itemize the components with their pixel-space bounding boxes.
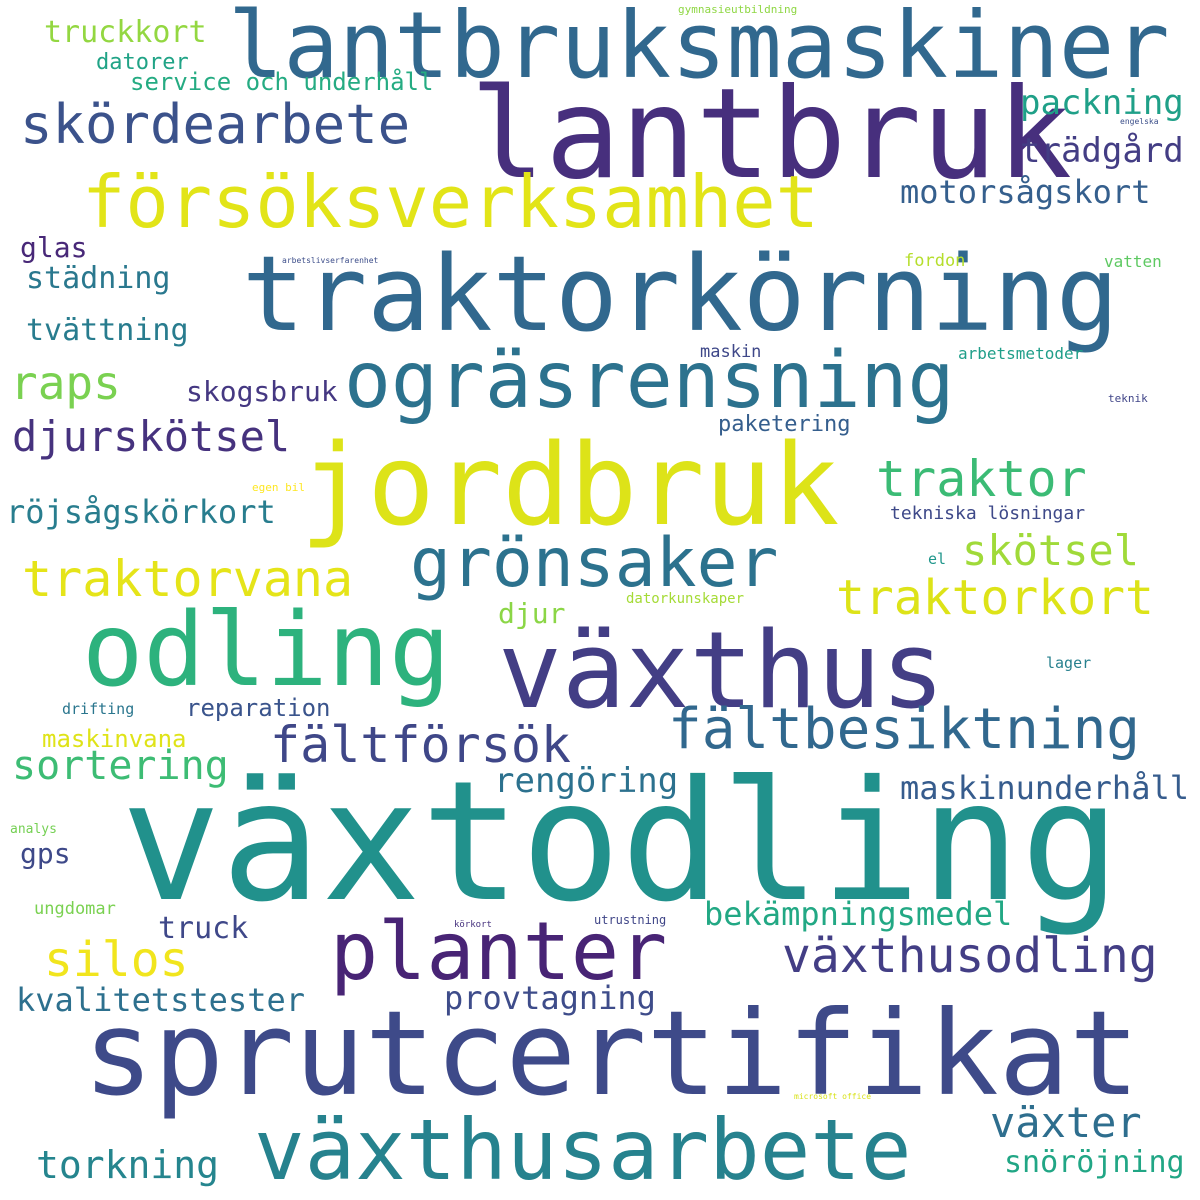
word-raps: raps (10, 356, 121, 410)
word-skotsel: skötsel (962, 526, 1140, 575)
word-kvalitetstester: kvalitetstester (16, 981, 305, 1019)
word-forsoksverksamhet: försöksverksamhet (82, 160, 819, 244)
word-gronsaker: grönsaker (410, 524, 779, 603)
word-maskin: maskin (700, 342, 762, 362)
word-motorsagskort: motorsågskort (900, 173, 1151, 211)
word-traktor: traktor (876, 450, 1087, 508)
word-lager: lager (1046, 654, 1092, 672)
word-faltbesiktning: fältbesiktning (668, 697, 1141, 762)
word-tvattning: tvättning (26, 313, 189, 348)
word-arbetsmetoder: arbetsmetoder (958, 344, 1084, 363)
word-vaxthusarbete: växthusarbete (254, 1101, 912, 1199)
word-gymnasieutbildning: gymnasieutbildning (678, 3, 798, 16)
word-ograsrensning: ogräsrensning (344, 336, 955, 426)
word-maskinunderhall: maskinunderhåll (900, 769, 1189, 807)
word-vatten: vatten (1104, 252, 1162, 271)
word-engelska: engelska (1120, 117, 1159, 126)
word-reparation: reparation (186, 694, 331, 722)
word-traktorvana: traktorvana (22, 550, 354, 608)
word-analys: analys (10, 822, 57, 837)
word-utrustning: utrustning (594, 913, 667, 927)
word-skordearbete: skördearbete (20, 93, 411, 156)
word-packning: packning (1020, 83, 1184, 123)
word-provtagning: provtagning (444, 979, 656, 1017)
word-teknik: teknik (1108, 392, 1148, 405)
word-ungdomar: ungdomar (34, 899, 116, 919)
word-vaxter: växter (990, 1098, 1142, 1147)
word-torkning: torkning (36, 1143, 220, 1187)
word-maskinvana: maskinvana (42, 725, 187, 753)
word-snorojning: snöröjning (1004, 1145, 1185, 1180)
word-drifting: drifting (62, 700, 135, 718)
word-tekniska-losningar: tekniska lösningar (890, 503, 1086, 524)
word-rojsagskorkort: röjsågskörkort (6, 493, 276, 531)
word-fordon: fordon (904, 251, 966, 271)
word-arbetslivserfarenhet: arbetslivserfarenhet (282, 256, 379, 265)
word-tradgard: trädgård (1020, 131, 1184, 171)
word-djur: djur (498, 597, 566, 630)
word-truckkort: truckkort (44, 15, 207, 50)
word-paketering: paketering (718, 412, 851, 437)
word-cloud: växtodling sprutcertifikat lantbruk trak… (0, 0, 1200, 1200)
word-vaxthusodling: växthusodling (782, 928, 1158, 984)
word-el: el (928, 550, 947, 568)
word-skogsbruk: skogsbruk (186, 375, 338, 408)
word-bekampningsmedel: bekämpningsmedel (704, 895, 1013, 933)
word-datorer: datorer (96, 50, 189, 75)
word-traktorkort: traktorkort (836, 570, 1154, 626)
word-truck: truck (158, 911, 249, 946)
word-gps: gps (20, 837, 71, 870)
word-datorkunskaper: datorkunskaper (626, 591, 745, 607)
word-korkort: körkort (454, 920, 492, 930)
word-egen-bil: egen bil (252, 481, 305, 494)
word-stadning: städning (26, 261, 171, 296)
word-glas: glas (20, 231, 88, 264)
word-microsoft-office: microsoft office (794, 1092, 872, 1101)
word-rengoring: rengöring (494, 761, 679, 801)
word-djurskotsel: djurskötsel (12, 412, 291, 461)
word-odling: odling (82, 591, 451, 710)
